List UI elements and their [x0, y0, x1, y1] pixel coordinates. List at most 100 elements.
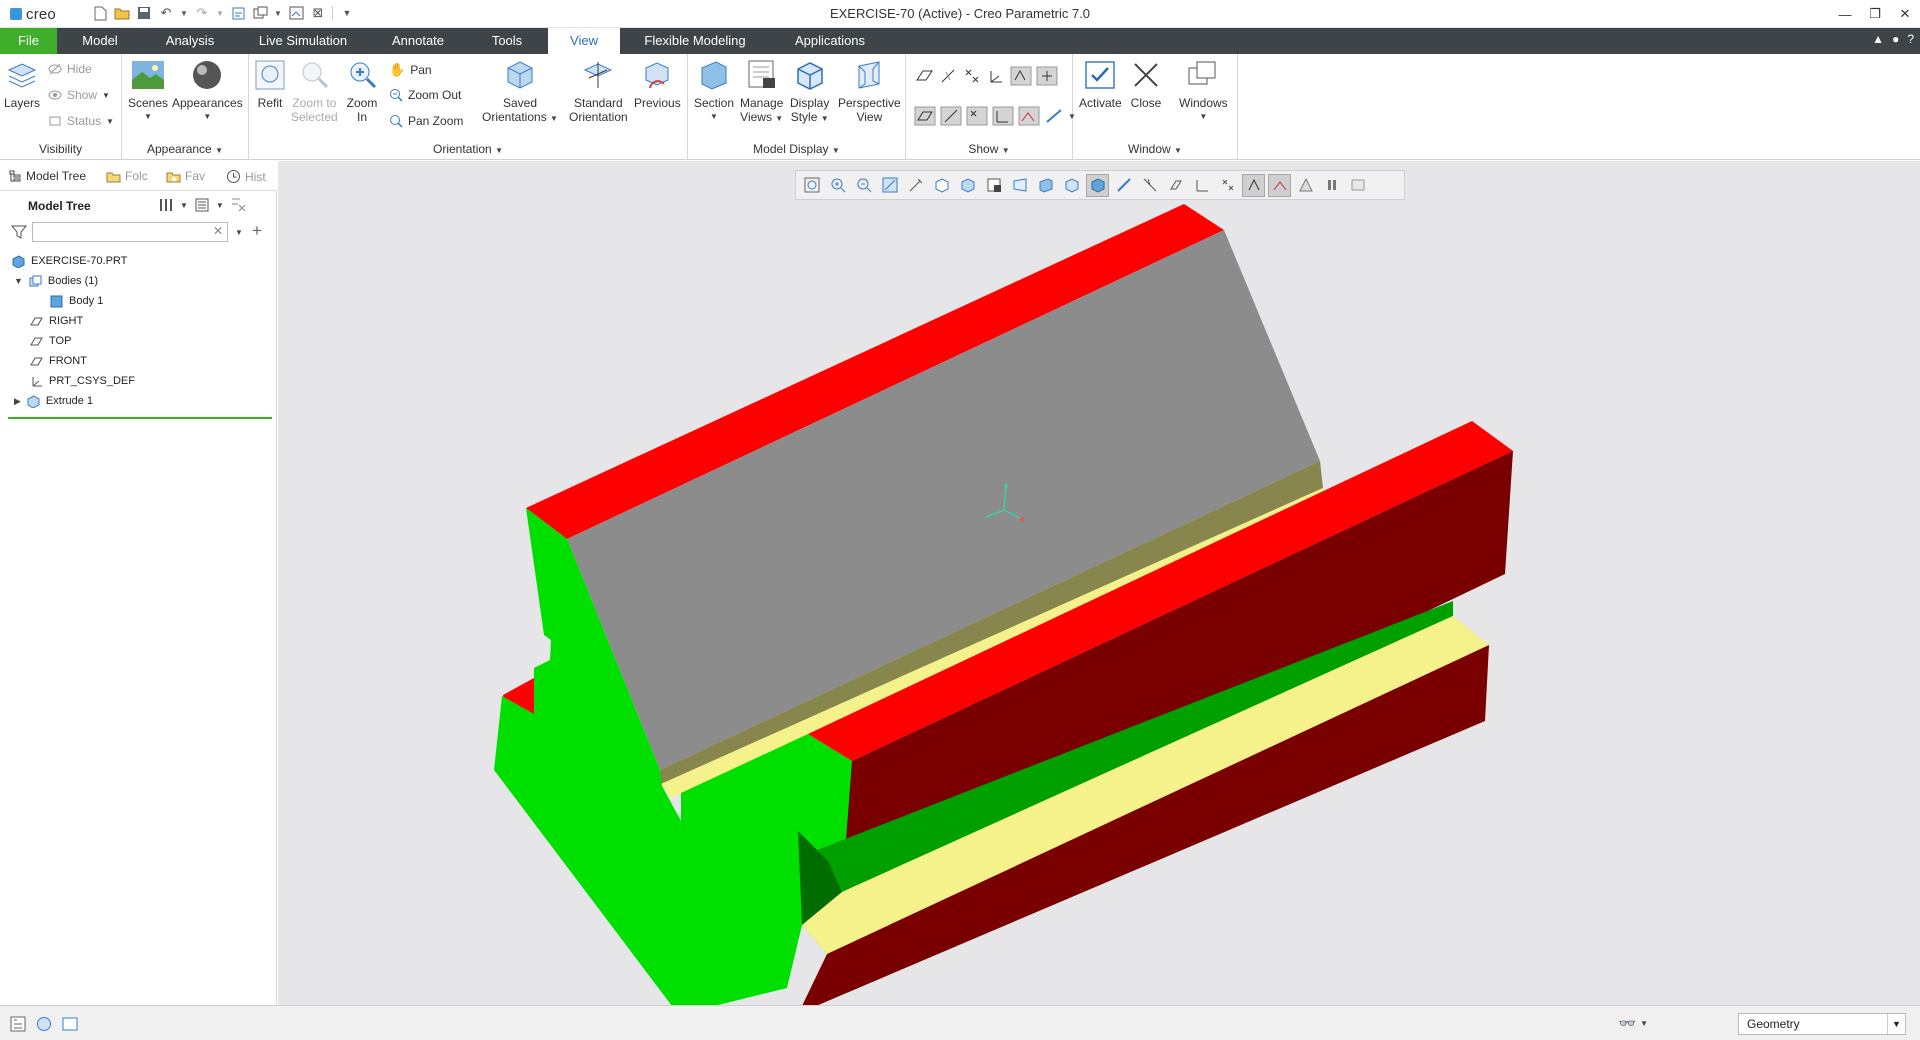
windows-icon[interactable] — [252, 5, 268, 21]
hide-button[interactable]: Hide — [48, 62, 92, 76]
regenerate-icon[interactable] — [230, 5, 246, 21]
axis-display-toggle-icon[interactable] — [1138, 174, 1161, 197]
tab-favorites[interactable]: Fav — [166, 169, 205, 183]
redo-icon[interactable]: ↷ — [194, 5, 210, 21]
undo-dropdown-icon[interactable]: ▼ — [180, 5, 188, 21]
orientation-group-label[interactable]: Orientation ▼ — [249, 142, 687, 156]
tab-applications[interactable]: Applications — [780, 28, 880, 54]
manage-views-button[interactable]: Manage Views ▼ — [740, 58, 783, 126]
tree-item-front[interactable]: FRONT — [30, 352, 87, 370]
sketch-toggle-icon[interactable] — [1268, 173, 1291, 197]
tree-item-csys[interactable]: PRT_CSYS_DEF — [30, 372, 135, 390]
navigator-toggle-icon[interactable] — [10, 1016, 26, 1032]
annotation-display-icon[interactable] — [1010, 66, 1032, 86]
tab-analysis[interactable]: Analysis — [150, 28, 230, 54]
zoom-in-button[interactable]: Zoom In — [345, 58, 379, 124]
tab-model-tree[interactable]: Model Tree — [8, 169, 86, 183]
windows-dropdown-icon[interactable]: ▼ — [274, 5, 282, 21]
spin-center-toggle-icon[interactable] — [1294, 174, 1317, 197]
tree-item-top[interactable]: TOP — [30, 332, 71, 350]
axis-tag-icon[interactable] — [940, 106, 962, 126]
show-group-label[interactable]: Show ▼ — [906, 142, 1072, 156]
minimize-ribbon-icon[interactable]: ▲ — [1872, 32, 1884, 46]
tree-item-bodies[interactable]: ▼ Bodies (1) — [14, 272, 98, 290]
axis-display-icon[interactable] — [938, 66, 958, 86]
spin-center-icon[interactable] — [904, 174, 927, 197]
toolbar-overflow-icon[interactable] — [1346, 174, 1369, 197]
add-filter-icon[interactable]: + — [252, 221, 262, 241]
display-style-button[interactable]: Display Style ▼ — [790, 58, 829, 126]
scenes-button[interactable]: Scenes ▼ — [128, 58, 168, 124]
undo-icon[interactable]: ↶ — [158, 5, 174, 21]
section-view-icon[interactable] — [1034, 174, 1057, 197]
selection-filter-select[interactable]: Geometry ▼ — [1738, 1013, 1906, 1035]
tree-item-part[interactable]: EXERCISE-70.PRT — [12, 252, 127, 270]
clear-search-icon[interactable]: ✕ — [213, 224, 223, 238]
tree-item-extrude-1[interactable]: ▶ Extrude 1 — [14, 392, 93, 410]
tab-live-simulation[interactable]: Live Simulation — [246, 28, 360, 54]
tab-annotate[interactable]: Annotate — [378, 28, 458, 54]
spin-center-icon[interactable] — [1036, 66, 1058, 86]
tab-model[interactable]: Model — [64, 28, 136, 54]
zoom-out-icon[interactable] — [852, 174, 875, 197]
find-tool[interactable]: 👓 ▼ — [1619, 1015, 1648, 1032]
section-button[interactable]: Section ▼ — [694, 58, 734, 124]
display-style-icon[interactable] — [930, 174, 953, 197]
restore-icon[interactable]: ❐ — [1860, 0, 1890, 28]
tree-filter-options-icon[interactable] — [230, 196, 248, 214]
tab-flexible-modeling[interactable]: Flexible Modeling — [630, 28, 760, 54]
expand-bodies-icon[interactable]: ▼ — [14, 276, 23, 286]
redo-dropdown-icon[interactable]: ▼ — [216, 5, 224, 21]
expand-extrude-icon[interactable]: ▶ — [14, 396, 21, 407]
appearance-group-label[interactable]: Appearance ▼ — [122, 142, 248, 156]
tree-settings-dropdown-icon[interactable]: ▼ — [180, 201, 188, 210]
standard-orientation-button[interactable]: Standard Orientation — [569, 58, 628, 124]
tab-view[interactable]: View — [548, 28, 620, 54]
full-screen-icon[interactable] — [62, 1016, 78, 1032]
point-display-toggle-icon[interactable] — [1164, 174, 1187, 197]
zoom-in-icon[interactable] — [826, 174, 849, 197]
tree-columns-icon[interactable] — [194, 197, 210, 213]
search-dropdown-icon[interactable]: ▼ — [235, 228, 243, 237]
help-icon[interactable]: ? — [1907, 32, 1914, 46]
appearance-icon[interactable] — [1060, 174, 1083, 197]
model-geometry[interactable] — [278, 161, 1920, 1006]
close-window-icon[interactable]: ⊠ — [310, 5, 326, 21]
windows-button[interactable]: Windows ▼ — [1179, 58, 1228, 124]
close-icon[interactable]: ✕ — [1890, 0, 1920, 28]
help-center-icon[interactable]: ● — [1892, 32, 1899, 46]
status-button[interactable]: Status ▼ — [48, 114, 114, 128]
tree-item-right[interactable]: RIGHT — [30, 312, 83, 330]
datum-point-icon[interactable] — [1216, 174, 1239, 197]
pause-icon[interactable] — [1320, 174, 1343, 197]
minimize-icon[interactable]: — — [1830, 0, 1860, 28]
model-display-group-label[interactable]: Model Display ▼ — [688, 142, 905, 156]
tree-settings-icon[interactable] — [158, 197, 174, 213]
plane-display-toggle-icon[interactable] — [1112, 174, 1135, 197]
zoom-to-selected-button[interactable]: Zoom to Selected — [291, 58, 338, 124]
point-tag-icon[interactable] — [966, 106, 988, 126]
tree-search-input[interactable]: ✕ — [32, 222, 228, 242]
sketch-display-icon[interactable] — [1018, 106, 1040, 126]
curve-display-icon[interactable] — [1044, 106, 1064, 126]
perspective-icon[interactable] — [1008, 174, 1031, 197]
previous-button[interactable]: Previous — [634, 58, 681, 110]
shading-toggle-icon[interactable] — [1086, 173, 1109, 197]
tab-tools[interactable]: Tools — [472, 28, 542, 54]
csys-tag-icon[interactable] — [992, 106, 1014, 126]
open-folder-icon[interactable] — [114, 5, 130, 21]
browser-toggle-icon[interactable] — [36, 1016, 52, 1032]
pan-zoom-button[interactable]: Pan Zoom — [389, 114, 463, 128]
tab-history[interactable]: Hist — [226, 169, 266, 184]
saved-orientations-icon[interactable] — [956, 174, 979, 197]
activate-button[interactable]: Activate — [1079, 58, 1122, 110]
appearances-button[interactable]: Appearances ▼ — [172, 58, 243, 124]
annotation-toggle-icon[interactable] — [1242, 173, 1265, 197]
plane-tag-icon[interactable] — [914, 106, 936, 126]
window-group-label[interactable]: Window ▼ — [1073, 142, 1237, 156]
layers-button[interactable]: Layers — [4, 58, 40, 110]
tree-item-body-1[interactable]: Body 1 — [50, 292, 103, 310]
tree-columns-dropdown-icon[interactable]: ▼ — [216, 201, 224, 210]
point-display-icon[interactable] — [962, 66, 982, 86]
repaint-icon[interactable] — [878, 174, 901, 197]
